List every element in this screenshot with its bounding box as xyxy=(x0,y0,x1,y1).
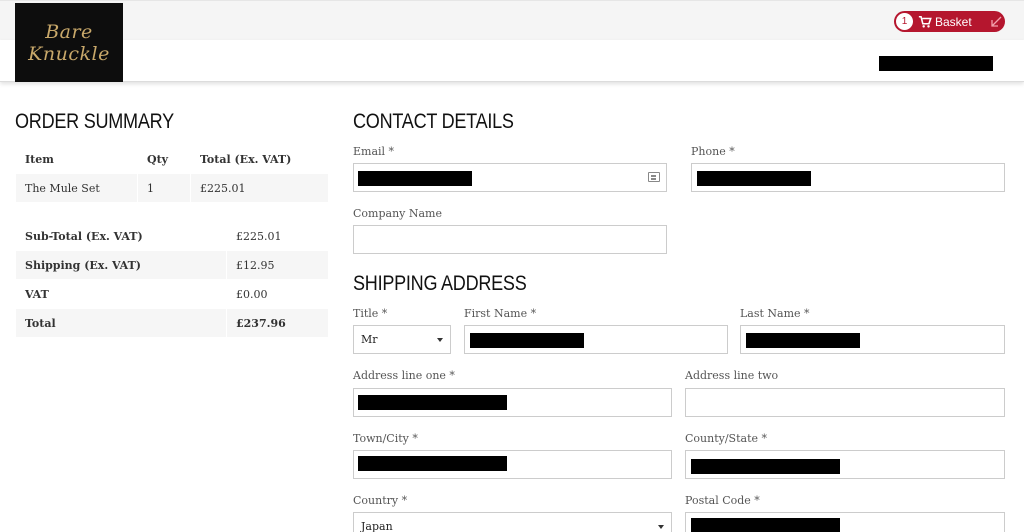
basket-button[interactable]: 1 Basket xyxy=(894,11,1005,32)
chevron-down-icon xyxy=(658,525,664,529)
country-label: Country * xyxy=(353,494,408,507)
brand-logo[interactable]: Bare Knuckle xyxy=(15,3,123,82)
column-header-qty: Qty xyxy=(137,144,191,174)
address-line-one-label: Address line one * xyxy=(353,369,455,382)
redacted-account-name xyxy=(879,56,993,71)
order-totals-table: Sub-Total (Ex. VAT) £225.01 Shipping (Ex… xyxy=(15,221,329,338)
table-row: The Mule Set 1 £225.01 xyxy=(15,173,329,203)
table-row: Shipping (Ex. VAT) £12.95 xyxy=(15,250,329,280)
chevron-down-icon xyxy=(437,338,443,342)
table-row: Sub-Total (Ex. VAT) £225.01 xyxy=(15,221,329,251)
shipping-address-title: SHIPPING ADDRESS xyxy=(353,272,527,295)
phone-label: Phone * xyxy=(691,145,735,158)
postal-code-label: Postal Code * xyxy=(685,494,760,507)
basket-count-badge: 1 xyxy=(896,13,913,30)
item-qty: 1 xyxy=(137,173,191,203)
title-select-value: Mr xyxy=(361,333,378,346)
redacted-first-name xyxy=(470,333,584,348)
title-label: Title * xyxy=(353,307,388,320)
header-bar xyxy=(0,40,1024,82)
country-select-value: Japan xyxy=(361,520,393,532)
company-name-field[interactable] xyxy=(353,225,667,254)
order-items-table: Item Qty Total (Ex. VAT) The Mule Set 1 … xyxy=(15,144,329,203)
title-select[interactable]: Mr xyxy=(353,325,451,354)
order-summary-title: ORDER SUMMARY xyxy=(15,110,174,133)
basket-label: Basket xyxy=(935,14,972,29)
table-header-row: Item Qty Total (Ex. VAT) xyxy=(15,144,329,174)
table-row: VAT £0.00 xyxy=(15,279,329,309)
brand-logo-line1: Bare xyxy=(45,20,93,43)
item-total: £225.01 xyxy=(190,173,329,203)
cart-icon xyxy=(918,15,932,28)
table-row: Total £237.96 xyxy=(15,308,329,338)
item-name: The Mule Set xyxy=(15,173,138,203)
redacted-address-line-one xyxy=(358,395,507,410)
shipping-label: Shipping (Ex. VAT) xyxy=(15,250,227,280)
county-state-label: County/State * xyxy=(685,432,767,445)
country-select[interactable]: Japan xyxy=(353,512,672,532)
redacted-last-name xyxy=(746,333,860,348)
vat-label: VAT xyxy=(15,279,227,309)
town-city-label: Town/City * xyxy=(353,432,418,445)
redacted-county-state xyxy=(691,459,840,474)
total-value: £237.96 xyxy=(226,308,329,338)
collapse-arrow-icon xyxy=(991,16,1002,27)
top-bar xyxy=(0,0,1024,40)
vat-value: £0.00 xyxy=(226,279,329,309)
address-line-two-field[interactable] xyxy=(685,388,1005,417)
contact-card-icon xyxy=(648,172,660,182)
column-header-item: Item xyxy=(15,144,138,174)
redacted-email xyxy=(358,171,472,186)
total-label: Total xyxy=(15,308,227,338)
email-label: Email * xyxy=(353,145,395,158)
company-name-label: Company Name xyxy=(353,207,442,220)
redacted-phone xyxy=(697,171,811,186)
subtotal-value: £225.01 xyxy=(226,221,329,251)
subtotal-label: Sub-Total (Ex. VAT) xyxy=(15,221,227,251)
first-name-label: First Name * xyxy=(464,307,537,320)
brand-logo-line2: Knuckle xyxy=(28,42,110,65)
contact-details-title: CONTACT DETAILS xyxy=(353,110,514,133)
shipping-value: £12.95 xyxy=(226,250,329,280)
address-line-two-label: Address line two xyxy=(685,369,779,382)
redacted-town-city xyxy=(358,456,507,471)
redacted-postal-code xyxy=(691,518,840,532)
last-name-label: Last Name * xyxy=(740,307,810,320)
column-header-total: Total (Ex. VAT) xyxy=(190,144,329,174)
